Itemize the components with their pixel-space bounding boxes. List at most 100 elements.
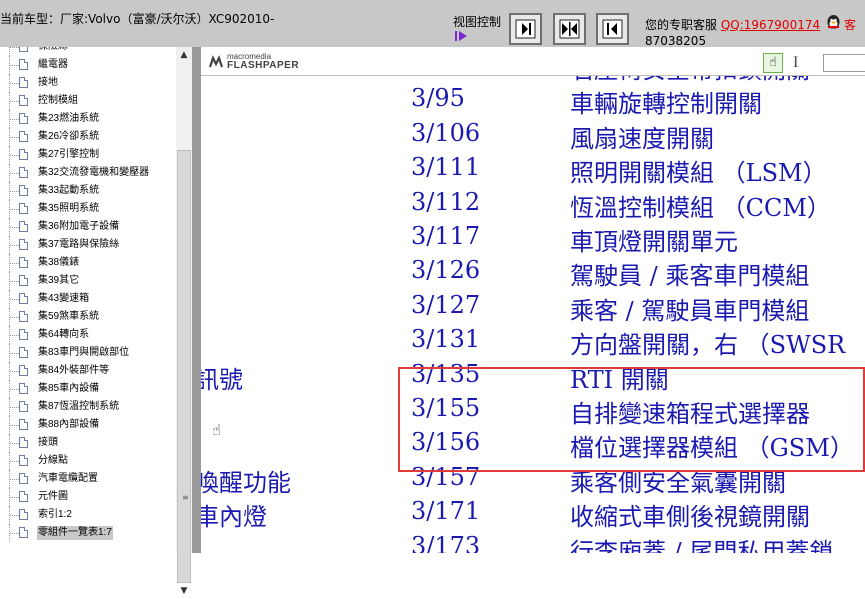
row-left-text: 訊號 <box>201 365 243 394</box>
component-name: 駕駛員 / 乘客車門模組 <box>570 262 810 291</box>
tree-item[interactable]: 集85車內設備 <box>0 380 176 398</box>
component-row: 3/127 乘客 / 駕駛員車門模組 <box>201 291 865 325</box>
tree-branch <box>10 497 19 498</box>
document-icon <box>19 383 28 394</box>
component-row: 3/173 行李廂蓋 / 尾門私用蓋鎖 <box>201 532 865 553</box>
collapse-left-icon <box>515 19 536 39</box>
tree-item-label: 集36附加電子設備 <box>38 221 120 232</box>
component-name: RTI 開關 <box>570 365 669 394</box>
document-icon <box>19 437 28 448</box>
tree-item-label: 集83車門與開啟部位 <box>38 347 130 358</box>
tree-item-label: 繼電器 <box>38 59 68 70</box>
document-icon <box>19 293 28 304</box>
document-page[interactable]: 3/94右座椅安全帶扣鎖開關3/95車輛旋轉控制開關3/106風扇速度開關3/1… <box>201 47 865 553</box>
tree-item[interactable]: 接頭 <box>0 434 176 452</box>
tree-item[interactable]: 索引1:2 <box>0 506 176 524</box>
tree-item-label: 索引1:2 <box>38 509 72 520</box>
component-number: 3/117 <box>411 222 481 250</box>
show-both-panes-button[interactable] <box>553 13 586 45</box>
tree-item[interactable]: 保險絲 <box>0 47 176 56</box>
tree-item[interactable]: 集88內部設備 <box>0 416 176 434</box>
tree-item[interactable]: 集38儀錶 <box>0 254 176 272</box>
component-name: 方向盤開關，右 （SWSR <box>570 331 846 360</box>
tree-branch <box>10 407 19 408</box>
tree-item-label: 保險絲 <box>38 47 68 54</box>
component-name: 車輛旋轉控制開關 <box>570 90 762 119</box>
tree-item-label: 集23燃油系統 <box>38 113 100 124</box>
view-control-label: 视图控制 <box>453 15 502 29</box>
tree-branch <box>10 443 19 444</box>
component-name: 乘客 / 駕駛員車門模組 <box>570 296 810 325</box>
tree-branch <box>10 353 19 354</box>
qq-penguin-icon[interactable] <box>825 14 842 31</box>
tree-branch <box>10 533 19 534</box>
view-control-arrow-icon <box>455 31 467 41</box>
tree-branch <box>10 479 19 480</box>
tree-item[interactable]: 集23燃油系統 <box>0 110 176 128</box>
document-icon <box>19 95 28 106</box>
tree-item-label: 集85車內設備 <box>38 383 100 394</box>
tree-item[interactable]: 集83車門與開啟部位 <box>0 344 176 362</box>
component-name: 行李廂蓋 / 尾門私用蓋鎖 <box>570 537 834 553</box>
service-qq-link[interactable]: QQ:1967900174 <box>721 18 820 32</box>
document-icon <box>19 59 28 70</box>
scroll-up-arrow-icon[interactable]: ▲ <box>176 47 192 63</box>
tree-item[interactable]: 集87恆溫控制系統 <box>0 398 176 416</box>
tree-branch <box>10 137 19 138</box>
tree-item[interactable]: 集35照明系統 <box>0 200 176 218</box>
document-icon <box>19 167 28 178</box>
tree-item[interactable]: 集37電路與保險絲 <box>0 236 176 254</box>
show-right-pane-button[interactable] <box>596 13 629 45</box>
tree-item-label: 集43變速箱 <box>38 293 90 304</box>
hand-tool-button[interactable]: ☝ <box>763 53 783 73</box>
tree-item[interactable]: 分線點 <box>0 452 176 470</box>
scroll-down-arrow-icon[interactable]: ▼ <box>176 583 192 599</box>
customer-service-text: 您的专职客服 QQ:1967900174 <box>645 16 820 33</box>
tree-item[interactable]: 集32交流發電機和變壓器 <box>0 164 176 182</box>
vehicle-title: 当前车型：厂家:Volvo（富豪/沃尔沃）XC902010- <box>0 12 275 26</box>
tree-branch <box>10 299 19 300</box>
tree-item-label: 集39其它 <box>38 275 80 286</box>
zoom-input[interactable] <box>823 54 865 72</box>
tree-item-label: 集64轉向系 <box>38 329 90 340</box>
service-label: 您的专职客服 <box>645 18 721 32</box>
tree-item[interactable]: 集27引擎控制 <box>0 146 176 164</box>
tree-branch <box>10 173 19 174</box>
tree-item[interactable]: 元件圖 <box>0 488 176 506</box>
tree-item[interactable]: 集26冷卻系統 <box>0 128 176 146</box>
tree-item[interactable]: 汽車電纜配置 <box>0 470 176 488</box>
component-row: 3/117 車頂燈開關單元 <box>201 222 865 256</box>
tree-item[interactable]: 集59煞車系統 <box>0 308 176 326</box>
tree-branch <box>10 425 19 426</box>
pane-splitter[interactable] <box>192 47 201 553</box>
component-name: 車頂燈開關單元 <box>570 228 738 256</box>
show-left-pane-button[interactable] <box>509 13 542 45</box>
tree-item[interactable]: 集39其它 <box>0 272 176 290</box>
sidebar-scrollbar[interactable]: ▲ ≡ ▼ <box>176 47 192 596</box>
tree-branch <box>10 191 19 192</box>
document-icon <box>19 131 28 142</box>
document-icon <box>19 257 28 268</box>
text-select-tool-button[interactable]: I <box>793 54 798 72</box>
component-number: 3/155 <box>411 394 481 422</box>
component-row: 3/131 方向盤開關，右 （SWSR <box>201 325 865 359</box>
document-icon <box>19 221 28 232</box>
tree-item-label: 分線點 <box>38 455 68 466</box>
document-icon <box>19 419 28 430</box>
tree-item[interactable]: 集43變速箱 <box>0 290 176 308</box>
scrollbar-thumb[interactable]: ≡ <box>177 150 191 583</box>
tree-item[interactable]: 集64轉向系 <box>0 326 176 344</box>
tree-item[interactable]: 集33起動系統 <box>0 182 176 200</box>
collapse-right-icon <box>602 19 623 39</box>
tree-item[interactable]: 接地 <box>0 74 176 92</box>
tree-item[interactable]: 零組件一覽表1:7 <box>0 524 176 542</box>
flashpaper-viewer: 3/94右座椅安全帶扣鎖開關3/95車輛旋轉控制開關3/106風扇速度開關3/1… <box>201 47 865 553</box>
tree-item[interactable]: 控制模組 <box>0 92 176 110</box>
component-row: 3/155 自排變速箱程式選擇器 <box>201 394 865 428</box>
tree-item[interactable]: 集84外裝部件等 <box>0 362 176 380</box>
document-icon <box>19 527 28 538</box>
flashpaper-brand: macromedia FLASHPAPER <box>227 52 299 71</box>
tree-branch <box>10 335 19 336</box>
tree-item[interactable]: 繼電器 <box>0 56 176 74</box>
tree-item[interactable]: 集36附加電子設備 <box>0 218 176 236</box>
